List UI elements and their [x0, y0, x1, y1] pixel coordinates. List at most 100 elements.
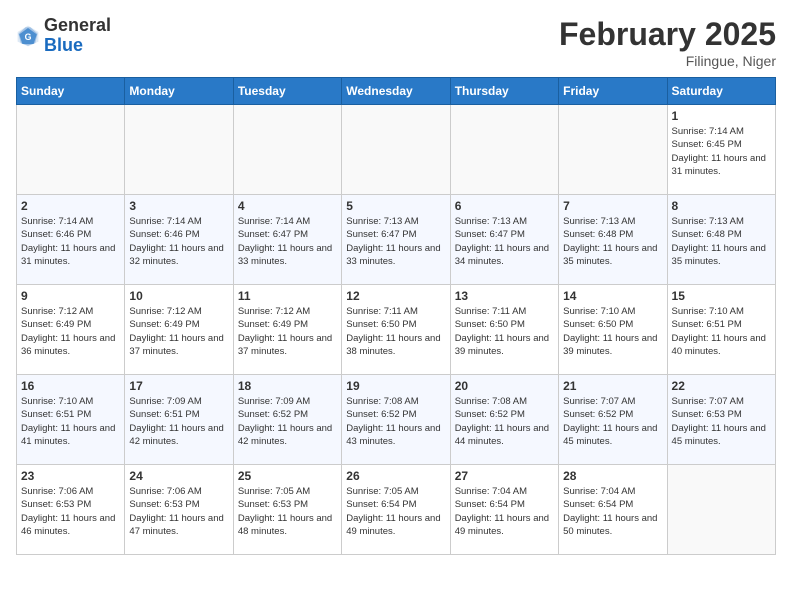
logo: G General Blue	[16, 16, 111, 56]
day-number: 26	[346, 469, 445, 483]
page-header: G General Blue February 2025 Filingue, N…	[16, 16, 776, 69]
day-number: 9	[21, 289, 120, 303]
day-cell: 14 Sunrise: 7:10 AMSunset: 6:50 PMDayligh…	[559, 285, 667, 375]
col-header-monday: Monday	[125, 78, 233, 105]
day-number: 16	[21, 379, 120, 393]
title-block: February 2025 Filingue, Niger	[559, 16, 776, 69]
day-number: 25	[238, 469, 337, 483]
day-cell: 23 Sunrise: 7:06 AMSunset: 6:53 PMDayligh…	[17, 465, 125, 555]
week-row-2: 2 Sunrise: 7:14 AMSunset: 6:46 PMDaylight…	[17, 195, 776, 285]
day-info: Sunrise: 7:10 AMSunset: 6:51 PMDaylight:…	[672, 305, 771, 358]
day-number: 27	[455, 469, 554, 483]
logo-blue: Blue	[44, 35, 83, 55]
day-cell: 6 Sunrise: 7:13 AMSunset: 6:47 PMDaylight…	[450, 195, 558, 285]
day-cell: 20 Sunrise: 7:08 AMSunset: 6:52 PMDayligh…	[450, 375, 558, 465]
day-info: Sunrise: 7:07 AMSunset: 6:53 PMDaylight:…	[672, 395, 771, 448]
day-number: 3	[129, 199, 228, 213]
col-header-thursday: Thursday	[450, 78, 558, 105]
header-row: SundayMondayTuesdayWednesdayThursdayFrid…	[17, 78, 776, 105]
day-number: 28	[563, 469, 662, 483]
day-cell: 27 Sunrise: 7:04 AMSunset: 6:54 PMDayligh…	[450, 465, 558, 555]
week-row-4: 16Sunrise: 7:10 AMSunset: 6:51 PMDayligh…	[17, 375, 776, 465]
day-info: Sunrise: 7:13 AMSunset: 6:48 PMDaylight:…	[563, 215, 662, 268]
day-number: 23	[21, 469, 120, 483]
day-cell: 9Sunrise: 7:12 AMSunset: 6:49 PMDaylight…	[17, 285, 125, 375]
day-cell: 16Sunrise: 7:10 AMSunset: 6:51 PMDayligh…	[17, 375, 125, 465]
day-cell	[450, 105, 558, 195]
col-header-saturday: Saturday	[667, 78, 775, 105]
col-header-friday: Friday	[559, 78, 667, 105]
week-row-5: 23 Sunrise: 7:06 AMSunset: 6:53 PMDayligh…	[17, 465, 776, 555]
location: Filingue, Niger	[559, 53, 776, 69]
day-number: 7	[563, 199, 662, 213]
day-number: 4	[238, 199, 337, 213]
day-info: Sunrise: 7:12 AMSunset: 6:49 PMDaylight:…	[129, 305, 228, 358]
col-header-wednesday: Wednesday	[342, 78, 450, 105]
day-cell: 17Sunrise: 7:09 AMSunset: 6:51 PMDayligh…	[125, 375, 233, 465]
day-number: 20	[455, 379, 554, 393]
day-cell: 21Sunrise: 7:07 AMSunset: 6:52 PMDayligh…	[559, 375, 667, 465]
day-number: 10	[129, 289, 228, 303]
day-info: Sunrise: 7:11 AMSunset: 6:50 PMDaylight:…	[455, 305, 554, 358]
day-info: Sunrise: 7:10 AMSunset: 6:50 PMDaylight:…	[563, 305, 662, 358]
day-info: Sunrise: 7:14 AMSunset: 6:47 PMDaylight:…	[238, 215, 337, 268]
day-cell	[342, 105, 450, 195]
day-cell	[233, 105, 341, 195]
day-cell: 22Sunrise: 7:07 AMSunset: 6:53 PMDayligh…	[667, 375, 775, 465]
day-cell: 26Sunrise: 7:05 AMSunset: 6:54 PMDayligh…	[342, 465, 450, 555]
day-number: 24	[129, 469, 228, 483]
day-cell: 25 Sunrise: 7:05 AMSunset: 6:53 PMDayligh…	[233, 465, 341, 555]
day-info: Sunrise: 7:13 AMSunset: 6:47 PMDaylight:…	[455, 215, 554, 268]
day-number: 14	[563, 289, 662, 303]
day-cell: 8 Sunrise: 7:13 AMSunset: 6:48 PMDaylight…	[667, 195, 775, 285]
week-row-3: 9 Sunrise: 7:12 AMSunset: 6:49 PMDaylight…	[17, 285, 776, 375]
day-number: 11	[238, 289, 337, 303]
day-cell: 12Sunrise: 7:11 AMSunset: 6:50 PMDayligh…	[342, 285, 450, 375]
day-cell: 11 Sunrise: 7:12 AMSunset: 6:49 PMDayligh…	[233, 285, 341, 375]
day-number: 15	[672, 289, 771, 303]
day-info: Sunrise: 7:04 AMSunset: 6:54 PMDaylight:…	[455, 485, 554, 538]
day-info: Sunrise: 7:05 AMSunset: 6:53 PMDaylight:…	[238, 485, 337, 538]
day-info: Sunrise: 7:09 AMSunset: 6:52 PMDaylight:…	[238, 395, 337, 448]
day-info: Sunrise: 7:11 AMSunset: 6:50 PMDaylight:…	[346, 305, 445, 358]
day-info: Sunrise: 7:14 AMSunset: 6:46 PMDaylight:…	[129, 215, 228, 268]
week-row-1: 1 Sunrise: 7:14 AMSunset: 6:45 PMDaylight…	[17, 105, 776, 195]
day-cell: 5Sunrise: 7:13 AMSunset: 6:47 PMDaylight…	[342, 195, 450, 285]
day-cell	[667, 465, 775, 555]
col-header-tuesday: Tuesday	[233, 78, 341, 105]
svg-text:G: G	[25, 32, 32, 42]
calendar-table: SundayMondayTuesdayWednesdayThursdayFrid…	[16, 77, 776, 555]
day-info: Sunrise: 7:08 AMSunset: 6:52 PMDaylight:…	[346, 395, 445, 448]
day-info: Sunrise: 7:06 AMSunset: 6:53 PMDaylight:…	[21, 485, 120, 538]
day-cell: 1 Sunrise: 7:14 AMSunset: 6:45 PMDaylight…	[667, 105, 775, 195]
day-cell: 4 Sunrise: 7:14 AMSunset: 6:47 PMDaylight…	[233, 195, 341, 285]
day-cell: 18 Sunrise: 7:09 AMSunset: 6:52 PMDayligh…	[233, 375, 341, 465]
day-info: Sunrise: 7:12 AMSunset: 6:49 PMDaylight:…	[238, 305, 337, 358]
day-cell: 3 Sunrise: 7:14 AMSunset: 6:46 PMDaylight…	[125, 195, 233, 285]
day-cell: 13 Sunrise: 7:11 AMSunset: 6:50 PMDayligh…	[450, 285, 558, 375]
day-cell: 10 Sunrise: 7:12 AMSunset: 6:49 PMDayligh…	[125, 285, 233, 375]
day-number: 1	[672, 109, 771, 123]
day-number: 13	[455, 289, 554, 303]
day-number: 8	[672, 199, 771, 213]
day-cell	[17, 105, 125, 195]
day-number: 6	[455, 199, 554, 213]
day-info: Sunrise: 7:14 AMSunset: 6:45 PMDaylight:…	[672, 125, 771, 178]
logo-text: General Blue	[44, 16, 111, 56]
day-cell	[125, 105, 233, 195]
day-info: Sunrise: 7:06 AMSunset: 6:53 PMDaylight:…	[129, 485, 228, 538]
day-info: Sunrise: 7:07 AMSunset: 6:52 PMDaylight:…	[563, 395, 662, 448]
day-cell: 28Sunrise: 7:04 AMSunset: 6:54 PMDayligh…	[559, 465, 667, 555]
day-number: 5	[346, 199, 445, 213]
day-cell: 15 Sunrise: 7:10 AMSunset: 6:51 PMDayligh…	[667, 285, 775, 375]
col-header-sunday: Sunday	[17, 78, 125, 105]
day-info: Sunrise: 7:13 AMSunset: 6:48 PMDaylight:…	[672, 215, 771, 268]
day-cell: 19 Sunrise: 7:08 AMSunset: 6:52 PMDayligh…	[342, 375, 450, 465]
day-number: 2	[21, 199, 120, 213]
day-cell: 2Sunrise: 7:14 AMSunset: 6:46 PMDaylight…	[17, 195, 125, 285]
day-number: 19	[346, 379, 445, 393]
day-cell: 7 Sunrise: 7:13 AMSunset: 6:48 PMDaylight…	[559, 195, 667, 285]
day-number: 18	[238, 379, 337, 393]
day-info: Sunrise: 7:09 AMSunset: 6:51 PMDaylight:…	[129, 395, 228, 448]
day-info: Sunrise: 7:08 AMSunset: 6:52 PMDaylight:…	[455, 395, 554, 448]
